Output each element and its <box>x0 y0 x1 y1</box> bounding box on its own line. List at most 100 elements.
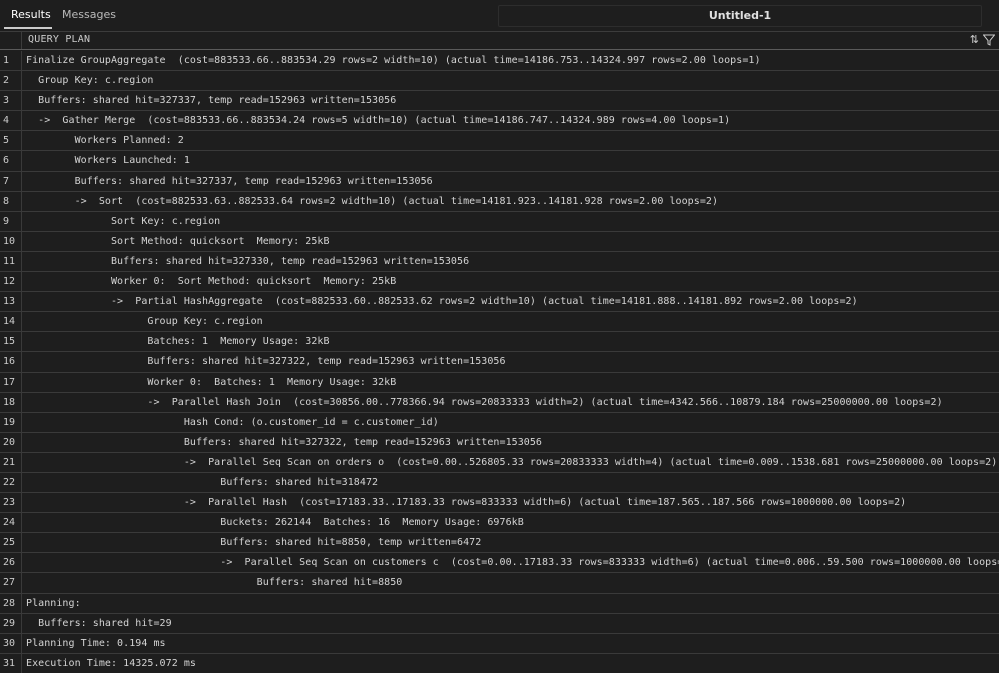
row-number: 9 <box>0 211 22 231</box>
query-plan-cell[interactable]: Buckets: 262144 Batches: 16 Memory Usage… <box>26 513 524 532</box>
table-row[interactable]: 2 Group Key: c.region <box>0 71 999 92</box>
query-plan-cell[interactable]: -> Parallel Seq Scan on orders o (cost=0… <box>26 453 997 472</box>
table-row[interactable]: 18 -> Parallel Hash Join (cost=30856.00.… <box>0 392 999 413</box>
row-number: 13 <box>0 292 22 312</box>
row-number: 19 <box>0 412 22 432</box>
tab-messages[interactable]: Messages <box>62 0 116 31</box>
table-row[interactable]: 24 Buckets: 262144 Batches: 16 Memory Us… <box>0 513 999 534</box>
row-number: 7 <box>0 171 22 191</box>
query-plan-cell[interactable]: Buffers: shared hit=327322, temp read=15… <box>26 433 542 452</box>
row-number: 10 <box>0 231 22 251</box>
row-number: 3 <box>0 91 22 111</box>
query-plan-cell[interactable]: -> Parallel Seq Scan on customers c (cos… <box>26 553 999 572</box>
row-number: 5 <box>0 131 22 151</box>
query-plan-cell[interactable]: Hash Cond: (o.customer_id = c.customer_i… <box>26 413 439 432</box>
query-plan-cell[interactable]: Buffers: shared hit=327337, temp read=15… <box>26 172 433 191</box>
row-number: 12 <box>0 272 22 292</box>
row-number: 14 <box>0 312 22 332</box>
table-row[interactable]: 3 Buffers: shared hit=327337, temp read=… <box>0 91 999 112</box>
table-row[interactable]: 5 Workers Planned: 2 <box>0 131 999 152</box>
query-plan-cell[interactable]: Workers Planned: 2 <box>26 131 184 150</box>
query-plan-cell[interactable]: Buffers: shared hit=8850, temp written=6… <box>26 533 481 552</box>
row-number: 11 <box>0 251 22 272</box>
query-plan-cell[interactable]: Buffers: shared hit=29 <box>26 614 172 633</box>
query-plan-cell[interactable]: Planning Time: 0.194 ms <box>26 634 166 653</box>
row-number: 6 <box>0 151 22 171</box>
results-grid: QUERY PLAN ⇅ 1 Finalize GroupAggregate (c… <box>0 31 999 673</box>
table-row[interactable]: 26 -> Parallel Seq Scan on customers c (… <box>0 553 999 574</box>
table-row[interactable]: 19 Hash Cond: (o.customer_id = c.custome… <box>0 412 999 433</box>
row-number: 29 <box>0 613 22 633</box>
row-number: 31 <box>0 653 22 673</box>
query-plan-cell[interactable]: Finalize GroupAggregate (cost=883533.66.… <box>26 51 761 70</box>
sort-icon[interactable]: ⇅ <box>970 33 979 46</box>
query-plan-cell[interactable]: -> Parallel Hash (cost=17183.33..17183.3… <box>26 493 906 512</box>
row-number: 16 <box>0 352 22 372</box>
table-row[interactable]: 1 Finalize GroupAggregate (cost=883533.66… <box>0 51 999 72</box>
query-plan-cell[interactable]: Group Key: c.region <box>26 312 263 331</box>
query-plan-cell[interactable]: Workers Launched: 1 <box>26 151 190 170</box>
table-row[interactable]: 20 Buffers: shared hit=327322, temp read… <box>0 432 999 453</box>
table-row[interactable]: 29 Buffers: shared hit=29 <box>0 613 999 634</box>
table-row[interactable]: 14 Group Key: c.region <box>0 312 999 333</box>
query-plan-cell[interactable]: Execution Time: 14325.072 ms <box>26 654 196 673</box>
query-plan-cell[interactable]: Worker 0: Sort Method: quicksort Memory:… <box>26 272 396 291</box>
query-plan-cell[interactable]: Sort Method: quicksort Memory: 25kB <box>26 232 330 251</box>
row-number: 22 <box>0 472 22 493</box>
table-row[interactable]: 11 Buffers: shared hit=327330, temp read… <box>0 251 999 273</box>
table-row[interactable]: 9 Sort Key: c.region <box>0 211 999 232</box>
table-row[interactable]: 12 Worker 0: Sort Method: quicksort Memo… <box>0 272 999 293</box>
query-plan-cell[interactable]: Sort Key: c.region <box>26 212 220 231</box>
table-row[interactable]: 15 Batches: 1 Memory Usage: 32kB <box>0 332 999 353</box>
table-row[interactable]: 4 -> Gather Merge (cost=883533.66..88353… <box>0 111 999 132</box>
table-row[interactable]: 25 Buffers: shared hit=8850, temp writte… <box>0 533 999 554</box>
row-number-header <box>0 32 22 49</box>
row-number: 27 <box>0 573 22 593</box>
table-row[interactable]: 28 Planning: <box>0 593 999 614</box>
query-plan-cell[interactable]: Buffers: shared hit=318472 <box>26 473 378 492</box>
query-plan-cell[interactable]: Planning: <box>26 594 81 613</box>
query-plan-cell[interactable]: -> Partial HashAggregate (cost=882533.60… <box>26 292 858 311</box>
query-plan-cell[interactable]: Buffers: shared hit=327322, temp read=15… <box>26 352 506 371</box>
table-row[interactable]: 21 -> Parallel Seq Scan on orders o (cos… <box>0 452 999 473</box>
row-number: 2 <box>0 71 22 91</box>
table-row[interactable]: 17 Worker 0: Batches: 1 Memory Usage: 32… <box>0 372 999 393</box>
table-row[interactable]: 23 -> Parallel Hash (cost=17183.33..1718… <box>0 493 999 514</box>
table-row[interactable]: 7 Buffers: shared hit=327337, temp read=… <box>0 171 999 192</box>
table-row[interactable]: 8 -> Sort (cost=882533.63..882533.64 row… <box>0 191 999 212</box>
editor-title[interactable]: Untitled-1 <box>498 5 982 27</box>
table-row[interactable]: 30 Planning Time: 0.194 ms <box>0 633 999 654</box>
table-row[interactable]: 27 Buffers: shared hit=8850 <box>0 573 999 594</box>
row-number: 18 <box>0 392 22 412</box>
table-row[interactable]: 13 -> Partial HashAggregate (cost=882533… <box>0 292 999 313</box>
row-number: 1 <box>0 51 22 71</box>
query-plan-cell[interactable]: Buffers: shared hit=8850 <box>26 573 403 592</box>
row-number: 23 <box>0 493 22 513</box>
query-plan-cell[interactable]: -> Sort (cost=882533.63..882533.64 rows=… <box>26 192 718 211</box>
row-number: 25 <box>0 533 22 553</box>
query-plan-cell[interactable]: Group Key: c.region <box>26 71 153 90</box>
table-row[interactable]: 22 Buffers: shared hit=318472 <box>0 472 999 494</box>
row-number: 4 <box>0 111 22 131</box>
query-plan-cell[interactable]: Worker 0: Batches: 1 Memory Usage: 32kB <box>26 373 396 392</box>
query-plan-cell[interactable]: Batches: 1 Memory Usage: 32kB <box>26 332 330 351</box>
row-number: 26 <box>0 553 22 573</box>
row-number: 21 <box>0 452 22 472</box>
row-number: 20 <box>0 432 22 452</box>
row-number: 17 <box>0 372 22 392</box>
table-row[interactable]: 10 Sort Method: quicksort Memory: 25kB <box>0 231 999 252</box>
query-plan-cell[interactable]: -> Parallel Hash Join (cost=30856.00..77… <box>26 393 943 412</box>
filter-icon[interactable] <box>983 34 995 46</box>
row-number: 30 <box>0 633 22 653</box>
query-plan-cell[interactable]: Buffers: shared hit=327337, temp read=15… <box>26 91 396 110</box>
active-tab-indicator <box>4 27 52 29</box>
row-number: 8 <box>0 191 22 211</box>
row-number: 15 <box>0 332 22 352</box>
table-row[interactable]: 31 Execution Time: 14325.072 ms <box>0 653 999 673</box>
table-row[interactable]: 6 Workers Launched: 1 <box>0 151 999 172</box>
query-plan-cell[interactable]: Buffers: shared hit=327330, temp read=15… <box>26 252 469 271</box>
query-plan-cell[interactable]: -> Gather Merge (cost=883533.66..883534.… <box>26 111 730 130</box>
table-row[interactable]: 16 Buffers: shared hit=327322, temp read… <box>0 352 999 373</box>
column-header-query-plan[interactable]: QUERY PLAN <box>28 34 90 45</box>
row-number: 28 <box>0 593 22 613</box>
